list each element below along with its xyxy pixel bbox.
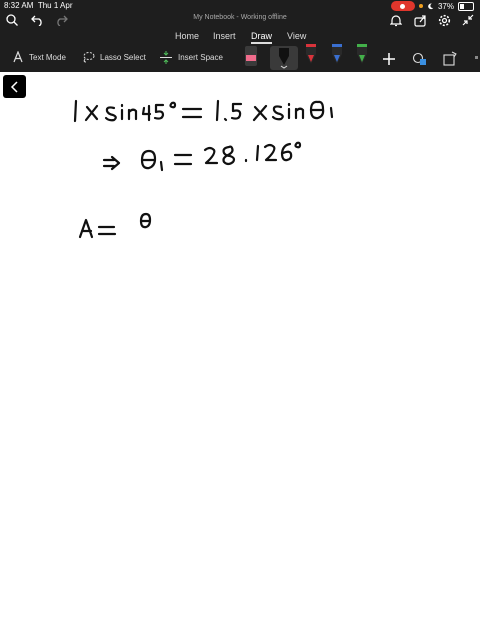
insert-space-button[interactable]: Insert Space	[159, 51, 223, 64]
ink-stroke	[173, 153, 193, 166]
pen-blue[interactable]	[328, 44, 346, 70]
convert-icon[interactable]	[440, 49, 460, 69]
gear-icon[interactable]	[434, 10, 454, 30]
status-time: 8:32 AM Thu 1 Apr	[4, 1, 73, 10]
ink-stroke	[102, 155, 121, 171]
ink-stroke	[73, 99, 78, 123]
collapse-icon[interactable]	[458, 10, 478, 30]
overflow-marker	[475, 56, 478, 59]
shapes-icon[interactable]	[410, 49, 430, 69]
lasso-select-label: Lasso Select	[100, 52, 146, 62]
highlighter-eraser-tool[interactable]	[242, 44, 260, 70]
ink-stroke	[159, 160, 164, 172]
tab-insert[interactable]: Insert	[213, 31, 236, 41]
pen-black-selected[interactable]	[270, 46, 298, 70]
top-toolbar: 8:32 AM Thu 1 Apr 37% My Notebook - Work…	[0, 0, 480, 72]
ink-stroke	[97, 225, 117, 236]
draw-ribbon: Text Mode Lasso Select Insert Space	[0, 44, 480, 72]
note-canvas[interactable]	[0, 72, 480, 640]
ink-stroke	[153, 103, 165, 120]
insert-space-icon	[160, 51, 172, 64]
ink-stroke	[84, 104, 99, 122]
notebook-title: My Notebook - Working offline	[193, 14, 287, 21]
ink-stroke	[78, 218, 94, 239]
ink-stroke	[140, 149, 157, 170]
lasso-select-button[interactable]: Lasso Select	[82, 51, 146, 63]
handwritten-ink	[73, 99, 334, 239]
text-mode-icon	[13, 51, 23, 63]
add-icon[interactable]	[379, 49, 399, 69]
ink-stroke	[309, 100, 325, 120]
ink-stroke	[230, 102, 243, 120]
ink-stroke	[104, 106, 117, 122]
tab-home[interactable]: Home	[175, 31, 199, 41]
ink-stroke	[141, 104, 152, 122]
share-icon[interactable]	[410, 10, 430, 30]
ink-stroke	[280, 142, 293, 162]
text-mode-button[interactable]: Text Mode	[12, 51, 66, 63]
pen-green[interactable]	[353, 44, 371, 70]
ink-stroke	[271, 105, 284, 121]
bell-icon[interactable]	[386, 10, 406, 30]
insert-space-label: Insert Space	[178, 53, 223, 62]
ink-stroke	[223, 117, 228, 122]
ribbon-tabs: Home Insert Draw View	[0, 31, 480, 44]
ink-stroke	[215, 99, 220, 122]
tab-draw[interactable]: Draw	[251, 31, 273, 44]
ink-stroke	[329, 106, 334, 119]
ink-stroke	[127, 108, 138, 121]
ink-stroke	[252, 104, 268, 122]
ink-stroke	[255, 144, 260, 162]
ink-stroke	[203, 146, 219, 165]
ink-stroke	[181, 107, 203, 119]
ink-stroke	[294, 107, 305, 120]
mic-dot	[418, 4, 423, 8]
ink-stroke	[222, 145, 236, 166]
ink-stroke	[139, 212, 152, 229]
ink-stroke	[169, 101, 177, 109]
ink-stroke	[294, 141, 302, 149]
moon-icon	[428, 3, 434, 9]
tab-view[interactable]: View	[287, 31, 306, 41]
ink-stroke	[263, 143, 278, 162]
pen-red[interactable]	[302, 44, 320, 70]
text-mode-label: Text Mode	[29, 52, 66, 62]
lasso-icon	[83, 52, 95, 63]
